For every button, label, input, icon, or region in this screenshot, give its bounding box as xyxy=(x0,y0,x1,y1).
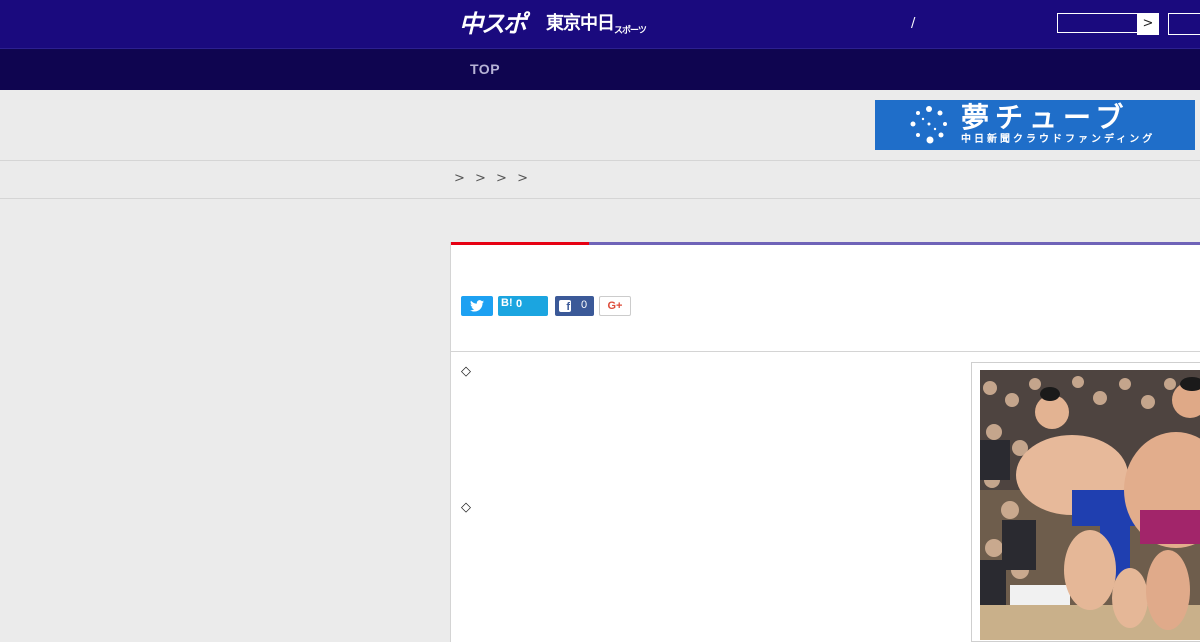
banner-title: 夢チューブ xyxy=(961,101,1130,134)
header-separator: / xyxy=(911,16,916,31)
hatena-icon: B! xyxy=(501,297,513,309)
header-button[interactable] xyxy=(1168,13,1200,35)
breadcrumb[interactable]: > > > > xyxy=(454,171,528,186)
twitter-bird-icon xyxy=(470,300,484,312)
article-accent-bar-red xyxy=(451,242,589,245)
article-panel: B! 0 f 0 G+ ◇ ◇ xyxy=(450,242,1200,642)
dots-circle-icon xyxy=(910,106,947,144)
logo-sub-small-text: スポーツ xyxy=(614,26,647,36)
article-photo-frame xyxy=(971,362,1200,642)
bullet-diamond: ◇ xyxy=(461,364,471,379)
nav-item-top[interactable]: TOP xyxy=(470,61,500,77)
hatena-bookmark-button[interactable]: B! 0 xyxy=(498,296,548,316)
facebook-icon: f xyxy=(559,300,571,313)
twitter-share-button[interactable] xyxy=(461,296,493,316)
google-plus-icon: G+ xyxy=(607,300,623,312)
site-logo[interactable]: 中スポ xyxy=(459,10,527,38)
google-plus-share-button[interactable]: G+ xyxy=(599,296,631,316)
chevron-right-icon: > xyxy=(1142,16,1154,31)
ad-banner-yume-tube[interactable]: 夢チューブ 中日新聞クラウドファンディング xyxy=(875,100,1195,150)
logo-sub-text: 東京中日 xyxy=(546,13,615,34)
facebook-icon-glyph: f xyxy=(566,301,570,313)
hatena-count: 0 xyxy=(516,298,523,310)
bullet-diamond: ◇ xyxy=(461,500,471,515)
facebook-count: 0 xyxy=(581,299,588,311)
search-input[interactable] xyxy=(1057,13,1137,33)
article-accent-bar-purple xyxy=(589,242,1200,245)
divider xyxy=(451,351,1200,352)
divider xyxy=(0,198,1200,199)
divider xyxy=(0,160,1200,161)
search-button[interactable]: > xyxy=(1137,13,1159,35)
sumo-photo-illustration xyxy=(980,370,1200,640)
facebook-share-button[interactable]: f 0 xyxy=(555,296,594,316)
site-header: 中スポ 東京中日スポーツ / > xyxy=(0,0,1200,48)
banner-subtitle: 中日新聞クラウドファンディング xyxy=(961,134,1156,145)
article-photo-sumo[interactable] xyxy=(980,370,1200,640)
site-logo-secondary[interactable]: 東京中日スポーツ xyxy=(546,13,647,42)
logo-main-text: 中スポ xyxy=(459,10,527,38)
main-nav: TOP xyxy=(0,48,1200,90)
